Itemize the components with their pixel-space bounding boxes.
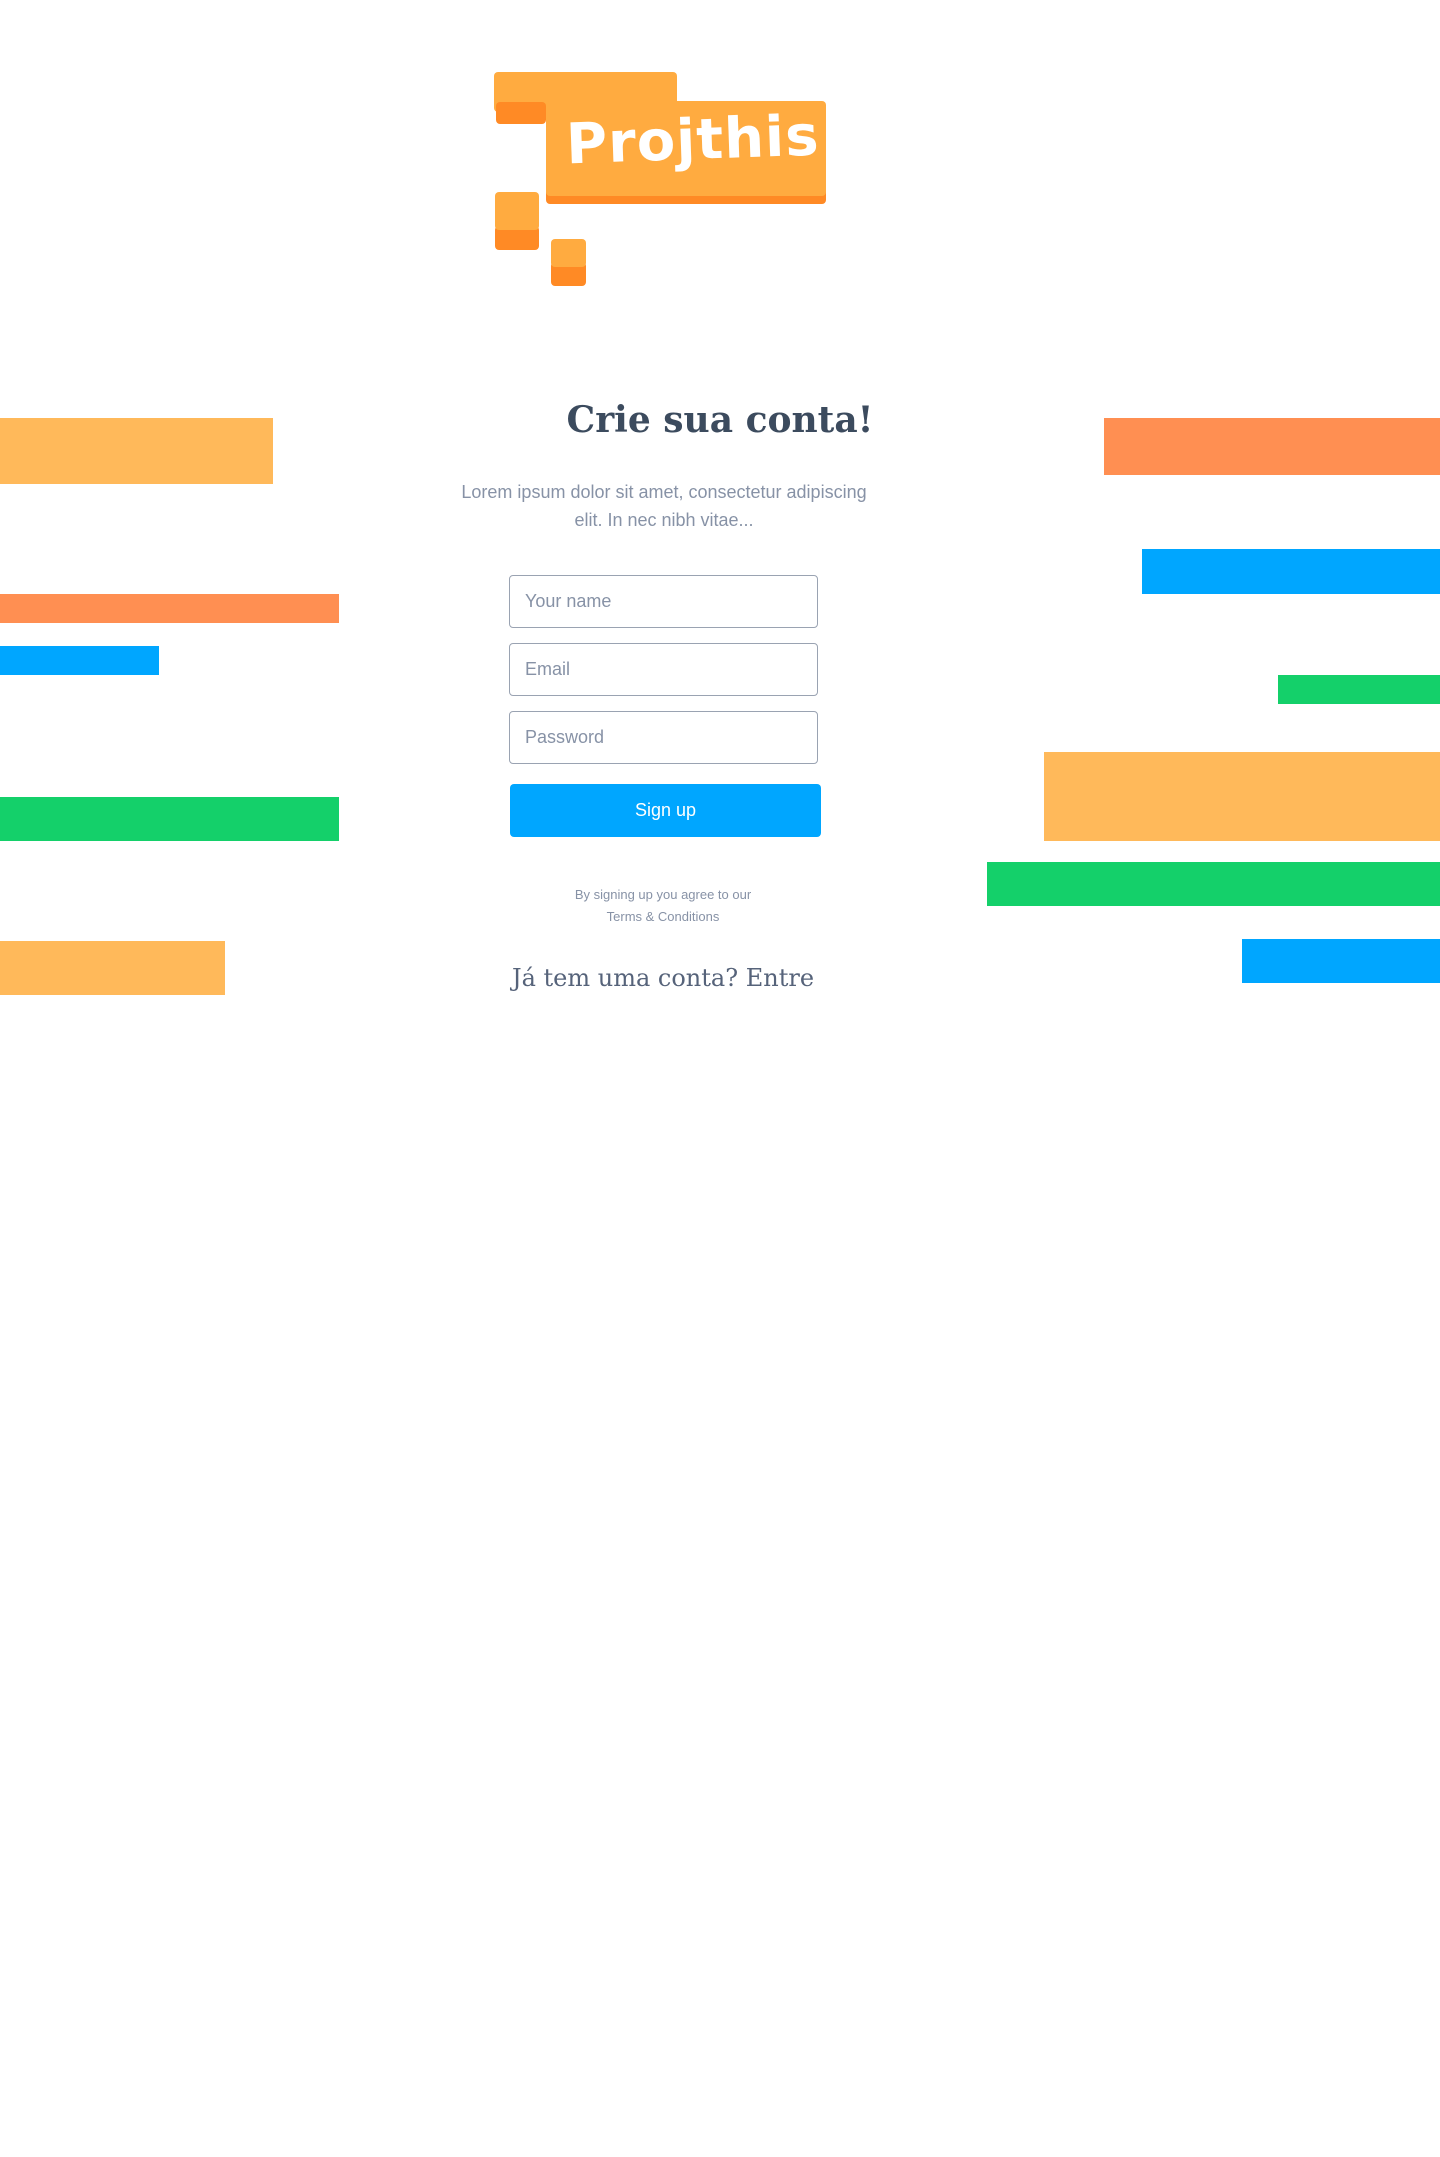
terms-notice: By signing up you agree to our [574, 887, 752, 902]
decor-stripe [0, 646, 159, 675]
decor-stripe [0, 797, 339, 841]
decor-stripe [1104, 418, 1440, 475]
login-prompt-line: Já tem uma conta? Entre [420, 958, 906, 998]
decor-stripe [1142, 549, 1440, 594]
logo-wordmark: Projthis! [564, 102, 848, 178]
page-title: Crie sua conta! [566, 399, 874, 441]
projthis-logo[interactable]: Projthis! [494, 72, 848, 288]
decor-stripe [1278, 675, 1440, 704]
decor-stripe [0, 594, 339, 623]
logo-shape [551, 239, 586, 267]
password-field[interactable] [509, 711, 818, 764]
name-field[interactable] [509, 575, 818, 628]
decor-stripe [1242, 939, 1440, 983]
decor-stripe [987, 862, 1440, 906]
decor-stripe [0, 941, 225, 995]
email-field[interactable] [509, 643, 818, 696]
login-link[interactable]: Entre [746, 964, 814, 992]
terms-link[interactable]: Terms & Conditions [607, 909, 720, 924]
terms-line: Terms & Conditions [480, 906, 846, 928]
decor-stripe [1044, 752, 1440, 841]
logo-shape [495, 192, 539, 230]
page-subtitle: Lorem ipsum dolor sit amet, consectetur … [461, 482, 867, 530]
decor-stripe [0, 418, 273, 484]
logo-shape [496, 102, 546, 124]
login-prompt: Já tem uma conta? [511, 964, 739, 992]
sign-up-button[interactable]: Sign up [510, 784, 821, 837]
